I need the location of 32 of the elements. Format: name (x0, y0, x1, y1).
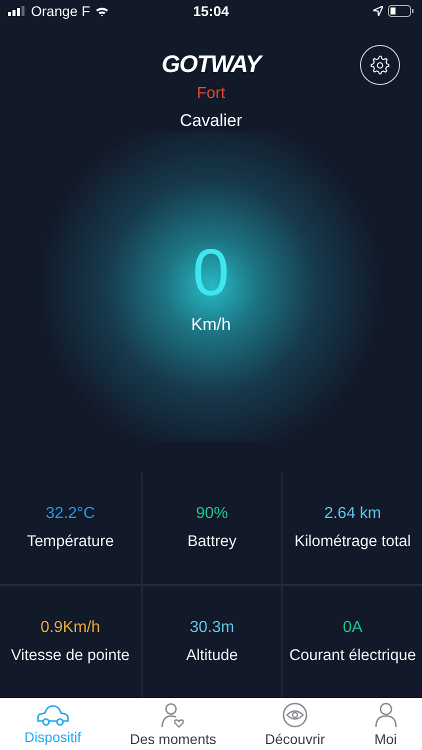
stat-value: 2.64 km (324, 505, 382, 524)
tab-item[interactable]: Des moments (126, 702, 220, 747)
stat-label: Température (26, 533, 114, 552)
battery-icon (388, 5, 414, 18)
stat-value: 0.9Km/h (40, 619, 100, 638)
stat-value: 0A (342, 619, 362, 638)
stat-value: 30.3m (190, 619, 234, 638)
signal-icon (8, 6, 26, 16)
stat-label: Vitesse de pointe (11, 647, 130, 666)
settings-button[interactable] (360, 44, 400, 85)
mode-label: Fort (196, 84, 226, 103)
person-icon (374, 702, 398, 728)
person-heart-icon (160, 702, 186, 728)
carrier-name: Orange F (31, 3, 90, 20)
car-icon (36, 704, 69, 726)
location-icon (373, 6, 383, 16)
speed-value: 0 (192, 237, 230, 308)
stat-label: Courant électrique (289, 647, 416, 666)
settings-icon (370, 54, 390, 75)
brand-logo: GOTWAY (162, 50, 260, 79)
speed-unit: Km/h (191, 315, 231, 336)
role-label: Cavalier (180, 110, 242, 131)
tab-item[interactable]: Moi (370, 702, 402, 747)
eye-icon (282, 702, 308, 728)
tab-item[interactable]: Découvrir (260, 702, 329, 747)
stat-value: 90% (196, 505, 228, 524)
stat-value: 32.2°C (46, 505, 95, 524)
wifi-icon (95, 6, 110, 17)
status-time: 15:04 (193, 3, 229, 20)
stat-label: Altitude (186, 647, 238, 666)
stat-label: Battrey (187, 533, 237, 552)
stat-label: Kilométrage total (294, 533, 411, 552)
